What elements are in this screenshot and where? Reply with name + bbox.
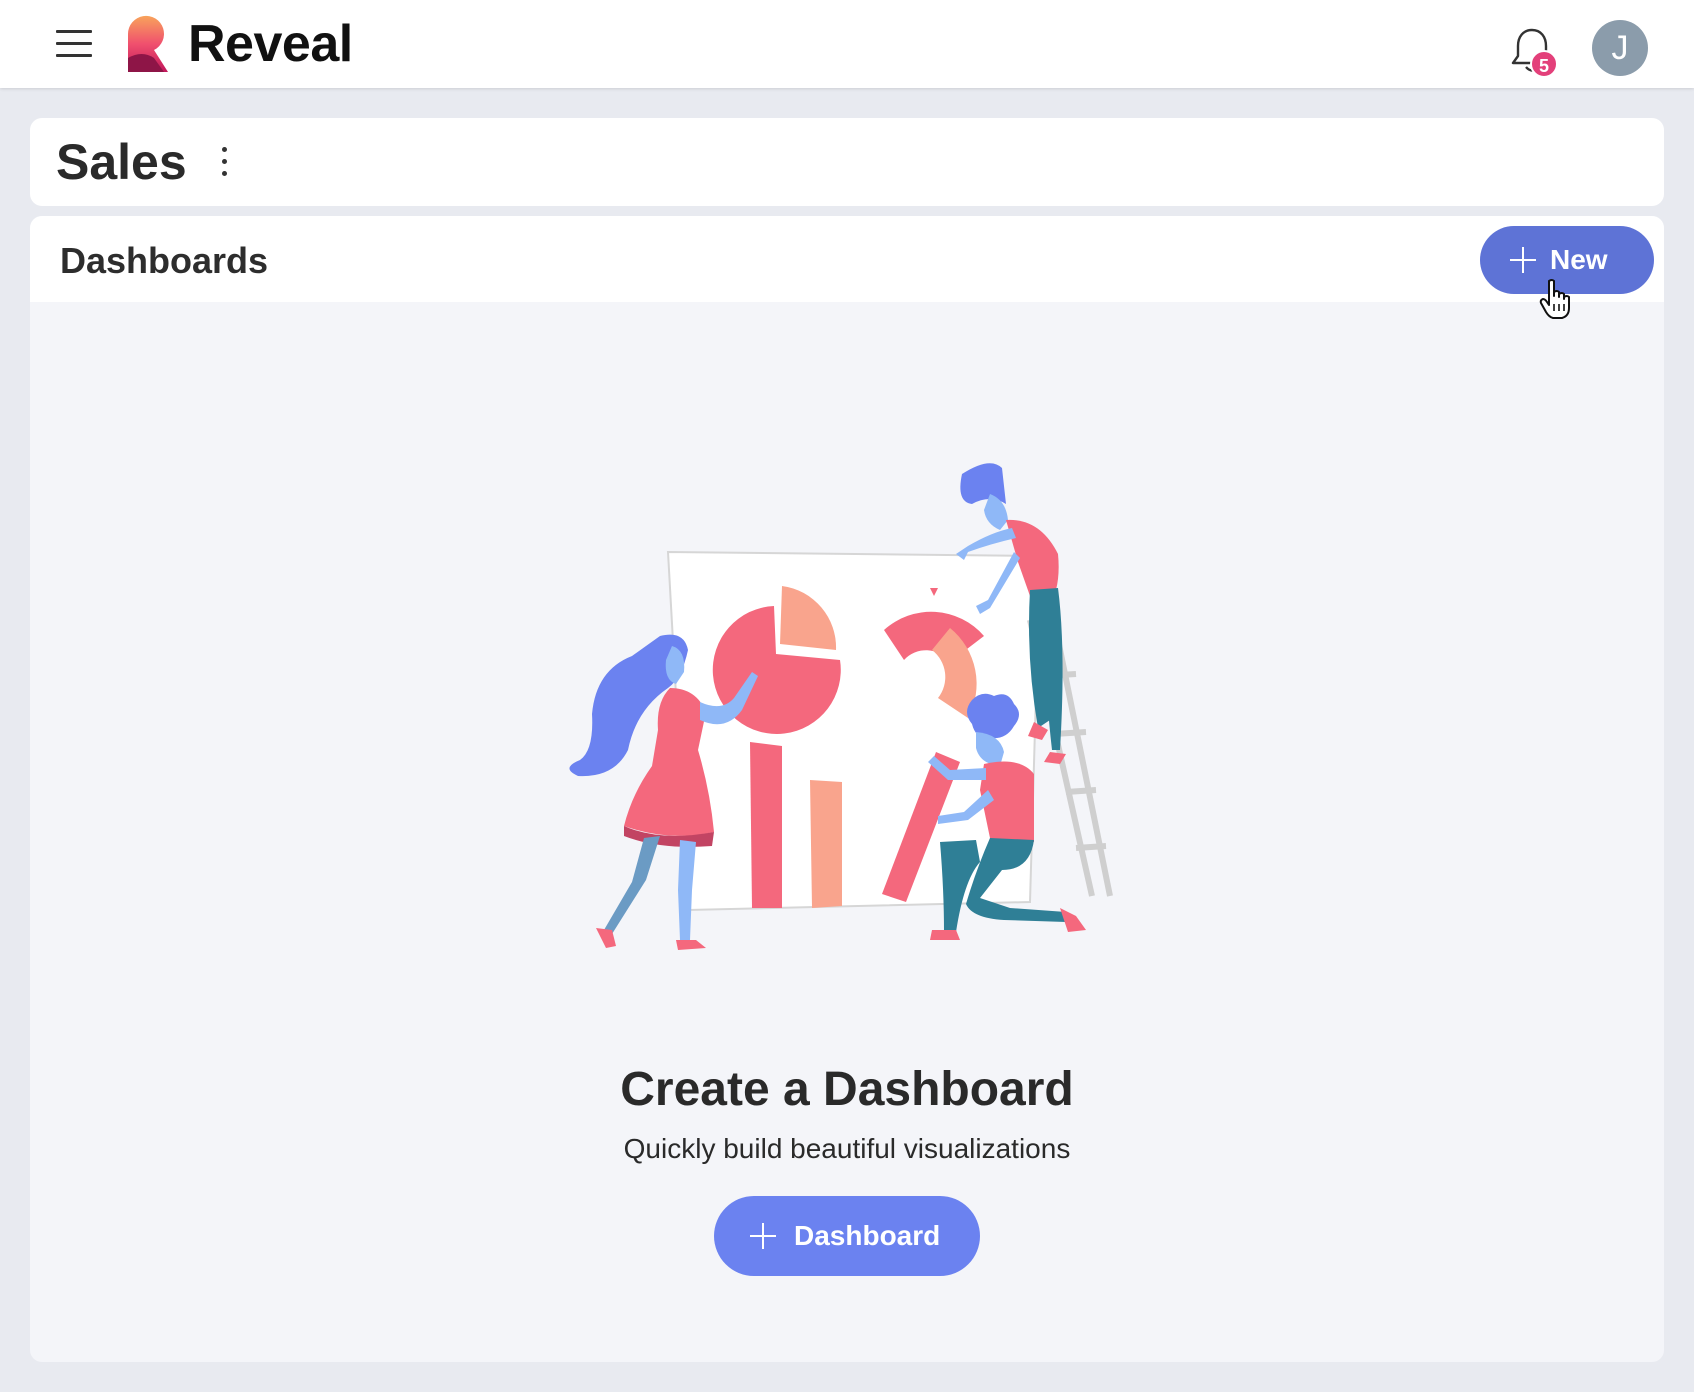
plus-icon (1510, 247, 1536, 273)
section-title: Dashboards (60, 240, 269, 281)
reveal-logo-icon (127, 15, 168, 73)
create-dashboard-button[interactable]: Dashboard (714, 1196, 980, 1276)
dashboards-header: Dashboards New (30, 216, 1664, 302)
plus-icon (750, 1223, 776, 1249)
new-button-label: New (1550, 244, 1608, 275)
page-title: Sales (56, 134, 187, 190)
top-bar: Reveal 5 J (0, 0, 1694, 88)
empty-state-subtitle: Quickly build beautiful visualizations (623, 1133, 1071, 1164)
kebab-menu-icon[interactable] (214, 144, 234, 180)
notification-badge: 5 (1530, 50, 1558, 78)
empty-state-illustration (569, 463, 1113, 950)
brand-name: Reveal (188, 15, 353, 73)
empty-state-title: Create a Dashboard (620, 1063, 1074, 1116)
hand-cursor-icon (1539, 279, 1570, 319)
menu-icon[interactable] (56, 28, 92, 60)
page-header: Sales (30, 118, 1664, 206)
avatar[interactable]: J (1592, 20, 1648, 76)
create-dashboard-label: Dashboard (794, 1220, 941, 1251)
